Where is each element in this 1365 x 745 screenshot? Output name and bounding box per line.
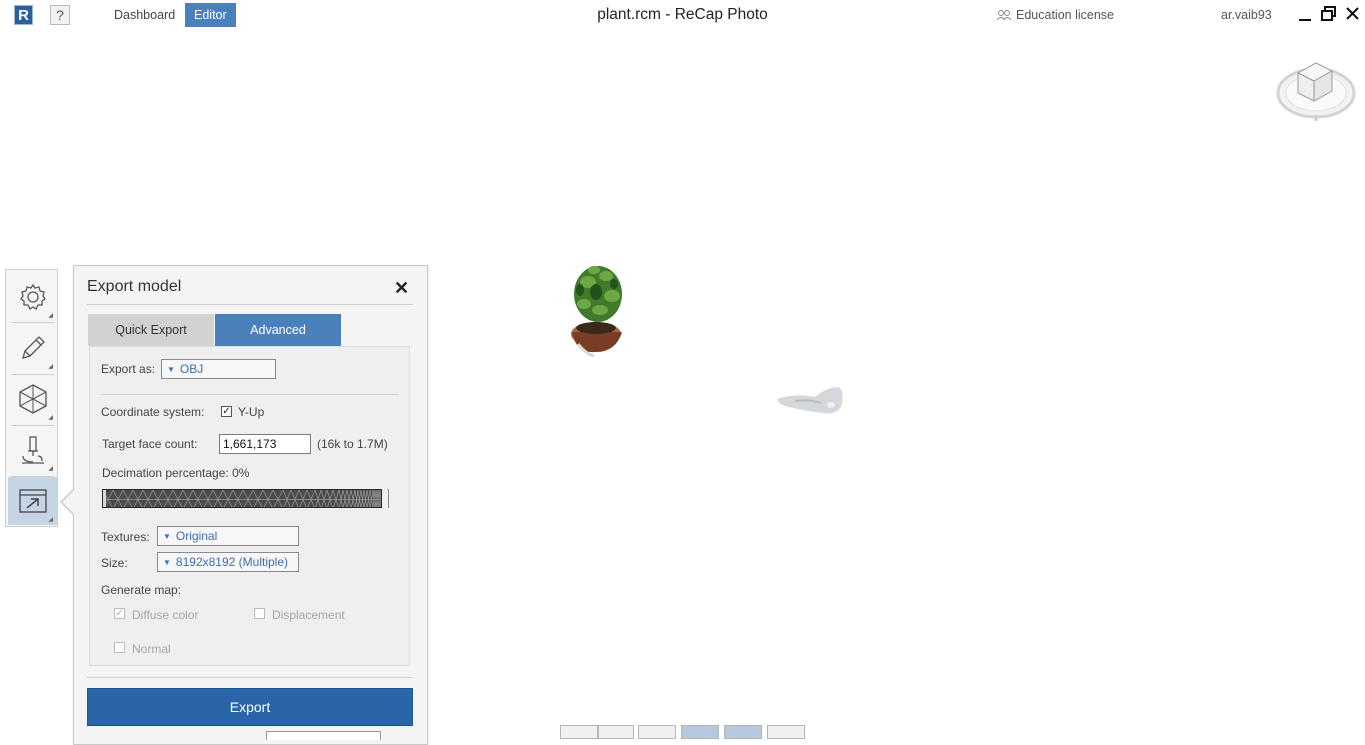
tab-quick-export[interactable]: Quick Export bbox=[88, 314, 214, 346]
analyze-tool[interactable]: ◢ bbox=[8, 426, 57, 474]
normal-checkbox[interactable] bbox=[114, 642, 125, 653]
gear-icon bbox=[19, 283, 46, 310]
textures-label: Textures: bbox=[101, 530, 150, 544]
plant-model[interactable] bbox=[566, 262, 630, 358]
view-grid-button[interactable] bbox=[638, 725, 676, 739]
export-icon bbox=[18, 489, 47, 513]
scan-fragment[interactable] bbox=[775, 383, 845, 417]
mesh-tool[interactable]: ◢ bbox=[8, 375, 57, 423]
export-as-label: Export as: bbox=[101, 362, 156, 376]
decimation-slider[interactable] bbox=[102, 489, 382, 508]
size-select[interactable]: ▼ 8192x8192 (Multiple) bbox=[157, 552, 299, 572]
close-window-icon[interactable] bbox=[1344, 5, 1362, 23]
view-fit-button[interactable] bbox=[767, 725, 805, 739]
textures-value: Original bbox=[175, 529, 218, 543]
minimize-icon[interactable] bbox=[1297, 5, 1315, 23]
size-label: Size: bbox=[101, 556, 128, 570]
export-format-value: OBJ bbox=[179, 362, 204, 376]
panel-title: Export model bbox=[87, 278, 182, 295]
license-label: Education license bbox=[1016, 8, 1114, 22]
textures-select[interactable]: ▼ Original bbox=[157, 526, 299, 546]
mesh-icon bbox=[18, 384, 47, 414]
decimation-label: Decimation percentage: 0% bbox=[102, 466, 249, 480]
settings-tool[interactable]: ◢ bbox=[8, 273, 57, 321]
chevron-down-icon: ▼ bbox=[163, 557, 171, 567]
chevron-down-icon: ▼ bbox=[167, 364, 175, 374]
viewcube-icon[interactable] bbox=[1276, 55, 1358, 123]
export-format-select[interactable]: ▼ OBJ bbox=[161, 359, 276, 379]
size-value: 8192x8192 (Multiple) bbox=[175, 555, 288, 569]
view-center-button[interactable] bbox=[724, 725, 762, 739]
education-license[interactable]: Education license bbox=[996, 8, 1114, 22]
decimation-value: 0% bbox=[232, 466, 250, 480]
coordinate-system-label: Coordinate system: bbox=[101, 405, 205, 419]
microscope-icon bbox=[21, 436, 44, 464]
target-face-range: (16k to 1.7M) bbox=[317, 437, 388, 451]
edit-tool[interactable]: ◢ bbox=[8, 324, 57, 372]
left-toolbar: ◢ ◢ ◢ ◢ ◢ bbox=[5, 269, 58, 527]
username[interactable]: ar.vaib93 bbox=[1221, 8, 1272, 22]
displacement-label: Displacement bbox=[272, 608, 345, 622]
export-button[interactable]: Export bbox=[87, 688, 413, 726]
tab-advanced[interactable]: Advanced bbox=[215, 314, 341, 346]
y-up-label: Y-Up bbox=[238, 405, 265, 419]
view-home-button[interactable] bbox=[681, 725, 719, 739]
users-icon bbox=[996, 10, 1012, 21]
target-face-input[interactable]: 1,661,173 bbox=[219, 434, 311, 454]
view-pan-button[interactable] bbox=[598, 725, 634, 739]
pencil-icon bbox=[21, 336, 45, 359]
y-up-checkbox[interactable]: ✓ bbox=[221, 406, 232, 417]
diffuse-color-label: Diffuse color bbox=[132, 608, 199, 622]
maximize-icon[interactable] bbox=[1320, 5, 1338, 23]
mesh-pattern bbox=[103, 490, 381, 507]
target-face-label: Target face count: bbox=[102, 437, 198, 451]
window-title: plant.rcm - ReCap Photo bbox=[597, 6, 768, 23]
generate-map-label: Generate map: bbox=[101, 583, 182, 597]
diffuse-color-checkbox[interactable]: ✓ bbox=[114, 608, 125, 619]
decimation-label-text: Decimation percentage: bbox=[102, 466, 229, 480]
chevron-down-icon: ▼ bbox=[163, 531, 171, 541]
displacement-checkbox[interactable] bbox=[254, 608, 265, 619]
export-tool[interactable]: ◢ bbox=[8, 477, 57, 525]
normal-label: Normal bbox=[132, 642, 171, 656]
close-icon[interactable]: ✕ bbox=[394, 278, 409, 299]
view-orbit-button[interactable] bbox=[560, 725, 598, 739]
